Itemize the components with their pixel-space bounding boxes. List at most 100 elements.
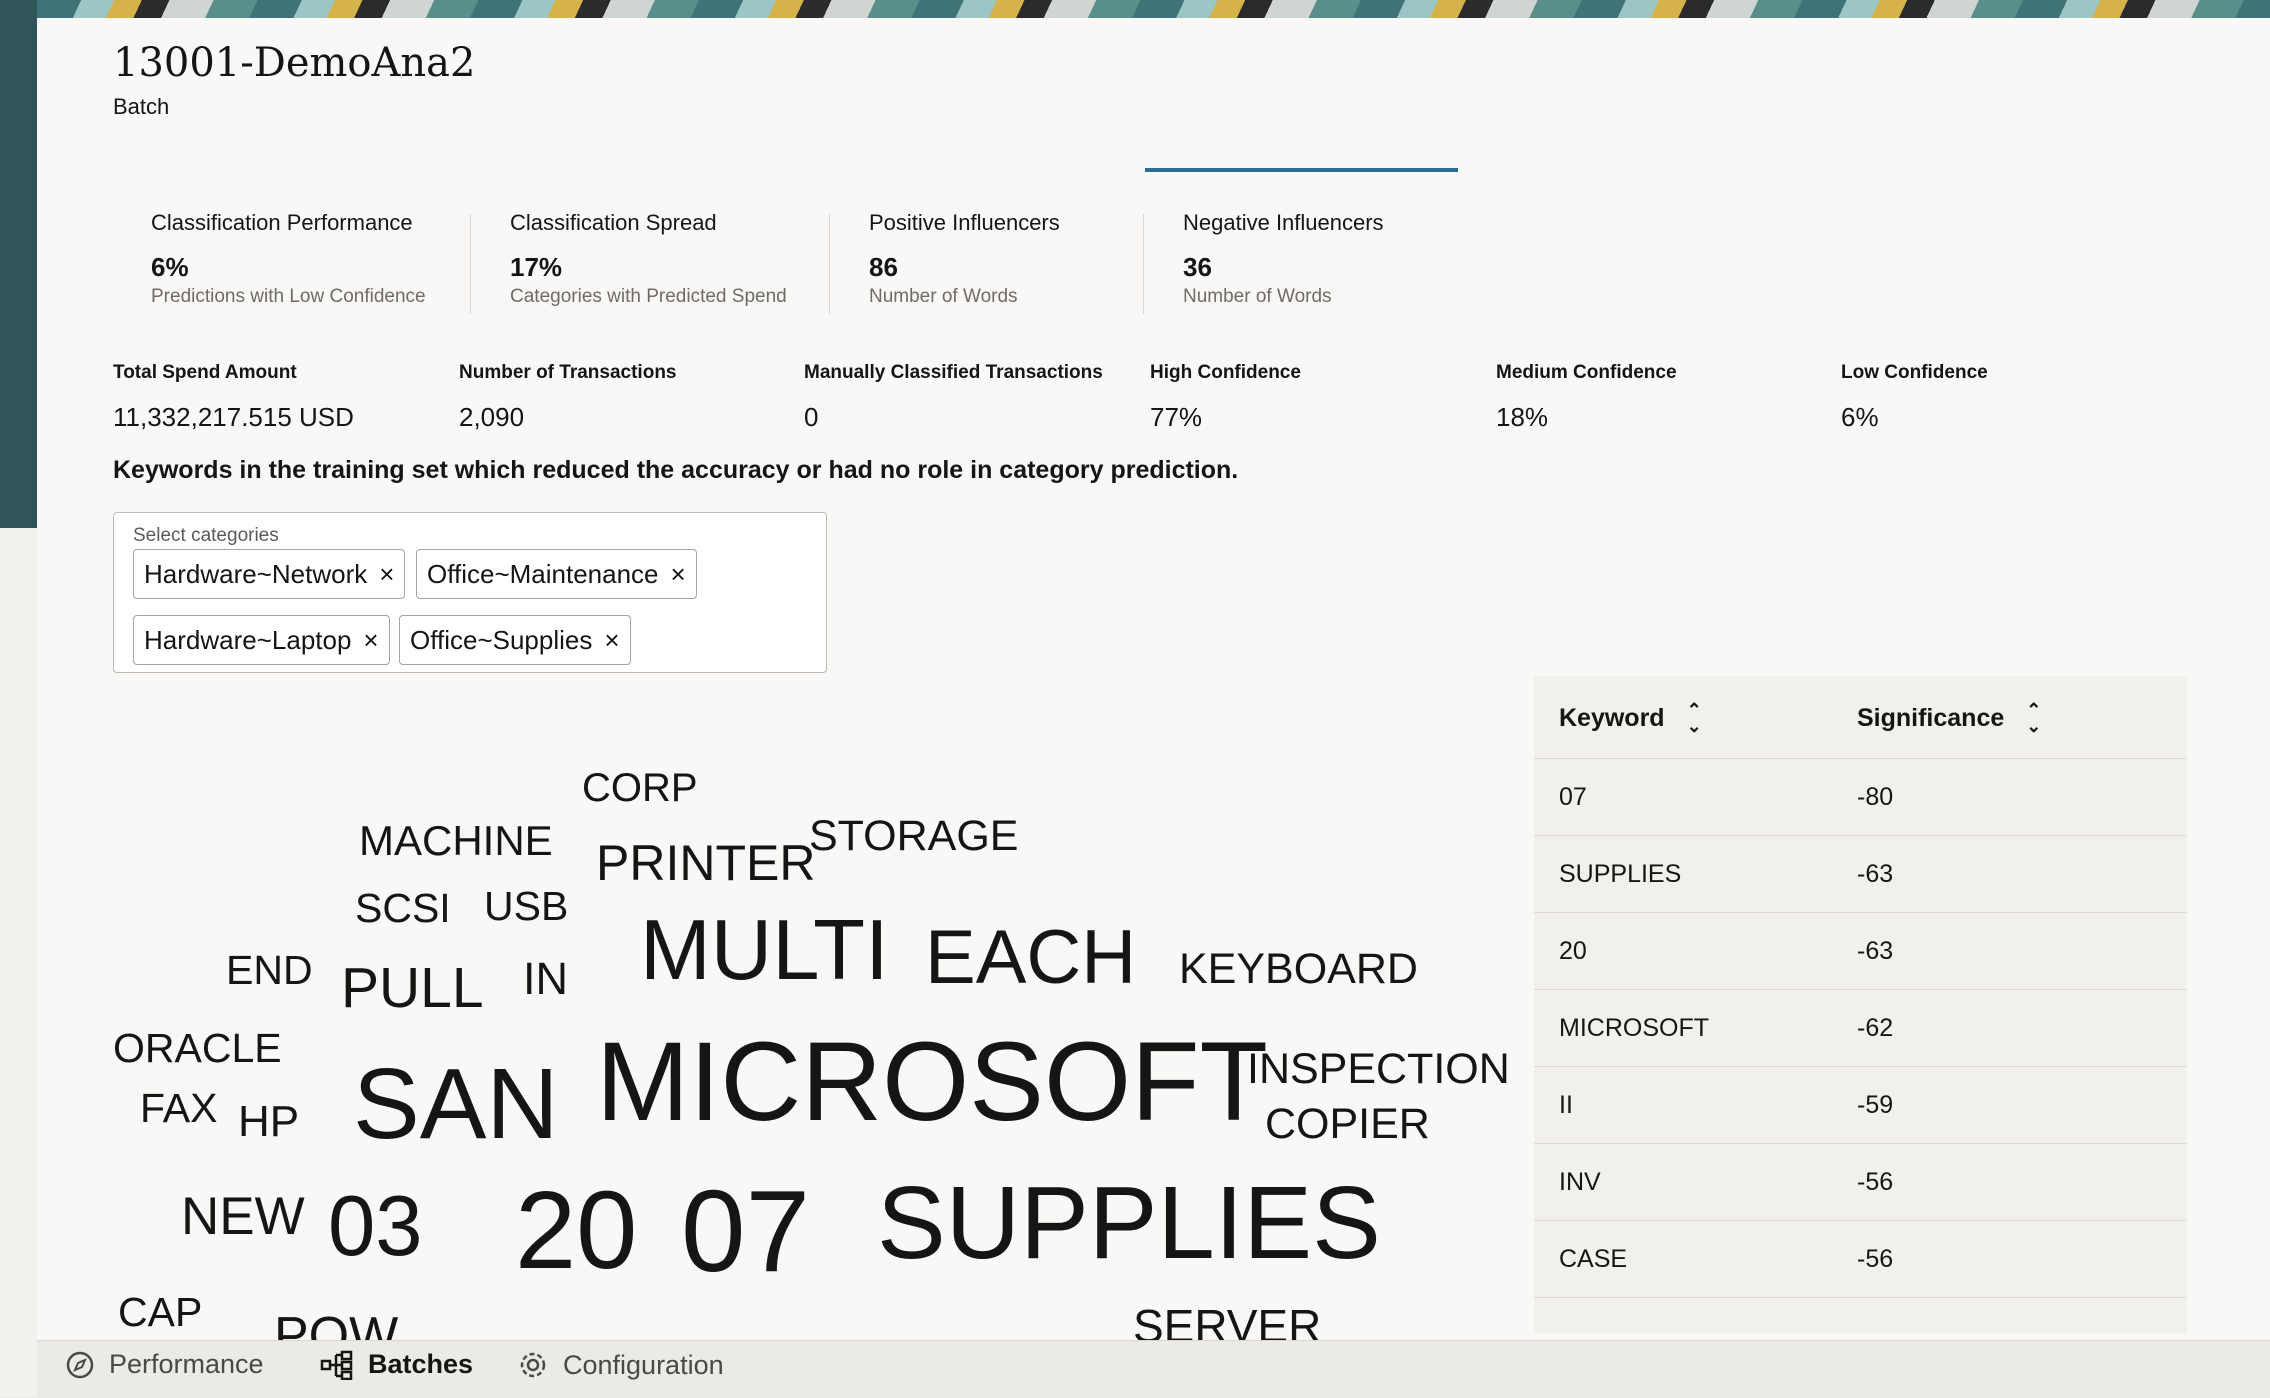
stat-label: Low Confidence bbox=[1841, 362, 1988, 383]
tab-value: 86 bbox=[869, 252, 898, 282]
keyword-cell: MICROSOFT bbox=[1559, 1014, 1709, 1042]
keyword-cell: 20 bbox=[1559, 937, 1587, 965]
word-cloud-word: PULL bbox=[341, 956, 484, 1020]
tab-label: Classification Performance bbox=[151, 210, 413, 235]
main-panel: 13001-DemoAna2 Batch Classification Perf… bbox=[37, 18, 2270, 1340]
section-heading: Keywords in the training set which reduc… bbox=[113, 456, 1239, 484]
stat-label: Number of Transactions bbox=[459, 362, 677, 383]
tab-divider bbox=[470, 214, 471, 314]
page-subtitle: Batch bbox=[113, 94, 170, 119]
significance-cell: -56 bbox=[1857, 1245, 1894, 1273]
word-cloud-word: MICROSOFT bbox=[596, 1019, 1268, 1144]
page-title: 13001-DemoAna2 bbox=[113, 40, 476, 86]
category-chip: Office~Maintenance × bbox=[416, 549, 697, 599]
chip-label: Hardware~Laptop bbox=[144, 624, 352, 655]
word-cloud-word: ORACLE bbox=[113, 1025, 282, 1071]
keyword-cell: II bbox=[1559, 1091, 1573, 1119]
sort-icon[interactable]: ⌃ ⌄ bbox=[1687, 701, 1702, 735]
tab-description: Number of Words bbox=[869, 286, 1018, 307]
word-cloud-word: SUPPLIES bbox=[877, 1165, 1381, 1280]
tab-description: Categories with Predicted Spend bbox=[510, 286, 787, 307]
nav-performance[interactable]: Performance bbox=[65, 1349, 264, 1380]
keyword-table: Keyword ⌃ ⌄ Significance ⌃ ⌄ 07 -80 SUPPLI… bbox=[1534, 676, 2187, 1334]
stat-label: High Confidence bbox=[1150, 362, 1301, 383]
word-cloud-word: COPIER bbox=[1265, 1100, 1430, 1148]
tab-description: Predictions with Low Confidence bbox=[151, 286, 426, 307]
remove-chip-icon[interactable]: × bbox=[604, 625, 619, 656]
word-cloud-word: CAP bbox=[118, 1289, 203, 1335]
significance-cell: -56 bbox=[1857, 1168, 1894, 1196]
word-cloud-word: STORAGE bbox=[809, 812, 1019, 860]
tab-divider bbox=[829, 214, 830, 314]
word-cloud-word: PRINTER bbox=[596, 835, 816, 891]
table-row[interactable]: INV -56 bbox=[1534, 1144, 2187, 1221]
stat-value: 11,332,217.515 USD bbox=[113, 402, 354, 432]
word-cloud-word: 07 bbox=[681, 1166, 811, 1296]
word-cloud-word: SERVER bbox=[1133, 1300, 1322, 1340]
stat-medium-confidence: Medium Confidence 18% bbox=[1496, 362, 1677, 433]
column-header-label: Keyword bbox=[1559, 703, 1665, 732]
table-row[interactable]: MICROSOFT -62 bbox=[1534, 990, 2187, 1067]
tab-positive-influencers[interactable]: Positive Influencers 86 Number of Words bbox=[831, 168, 1143, 318]
word-cloud-word: POW bbox=[274, 1307, 399, 1340]
significance-cell: -59 bbox=[1857, 1091, 1894, 1119]
tab-label: Positive Influencers bbox=[869, 210, 1060, 235]
tab-classification-performance[interactable]: Classification Performance 6% Prediction… bbox=[113, 168, 470, 318]
keyword-cell: INV bbox=[1559, 1168, 1601, 1196]
remove-chip-icon[interactable]: × bbox=[671, 559, 686, 590]
stat-value: 0 bbox=[804, 402, 819, 432]
word-cloud-word: 20 bbox=[515, 1169, 638, 1292]
table-row[interactable]: SUPPLIES -63 bbox=[1534, 836, 2187, 913]
category-select-label: Select categories bbox=[133, 525, 279, 546]
word-cloud-word: HP bbox=[238, 1097, 300, 1146]
background-strip bbox=[0, 0, 37, 528]
stat-label: Medium Confidence bbox=[1496, 362, 1677, 383]
stat-total-spend: Total Spend Amount 11,332,217.515 USD bbox=[113, 362, 354, 433]
word-cloud-word: END bbox=[226, 947, 313, 993]
background-strip-lower bbox=[0, 528, 37, 1397]
tab-value: 17% bbox=[510, 252, 563, 282]
stat-transactions: Number of Transactions 2,090 bbox=[459, 362, 677, 433]
word-cloud-word: KEYBOARD bbox=[1179, 945, 1418, 993]
column-header-significance[interactable]: Significance ⌃ ⌄ bbox=[1857, 701, 2041, 735]
tab-divider bbox=[1143, 214, 1144, 314]
column-header-keyword[interactable]: Keyword ⌃ ⌄ bbox=[1559, 701, 1702, 735]
stat-value: 18% bbox=[1496, 402, 1549, 432]
word-cloud-word: MACHINE bbox=[359, 817, 553, 864]
chip-label: Office~Maintenance bbox=[427, 558, 659, 589]
remove-chip-icon[interactable]: × bbox=[379, 559, 394, 590]
word-cloud-word: SAN bbox=[353, 1048, 559, 1160]
nav-label: Configuration bbox=[563, 1349, 724, 1380]
remove-chip-icon[interactable]: × bbox=[363, 625, 378, 656]
table-header: Keyword ⌃ ⌄ Significance ⌃ ⌄ bbox=[1534, 676, 2187, 759]
word-cloud-word: SCSI bbox=[355, 885, 451, 931]
table-row[interactable]: CASE -56 bbox=[1534, 1221, 2187, 1298]
table-row[interactable]: II -59 bbox=[1534, 1067, 2187, 1144]
significance-cell: -62 bbox=[1857, 1014, 1894, 1042]
table-row[interactable]: 07 -80 bbox=[1534, 759, 2187, 836]
stat-value: 6% bbox=[1841, 402, 1879, 432]
word-cloud-word: 03 bbox=[328, 1179, 423, 1274]
word-cloud-word: MULTI bbox=[640, 903, 889, 998]
category-chip: Hardware~Network × bbox=[133, 549, 406, 599]
chip-label: Office~Supplies bbox=[410, 624, 593, 655]
word-cloud: CORP MACHINE PRINTER STORAGE SCSI USB MU… bbox=[113, 738, 1513, 1340]
stat-manually-classified: Manually Classified Transactions 0 bbox=[804, 362, 1103, 433]
hierarchy-icon bbox=[320, 1350, 353, 1380]
word-cloud-word: NEW bbox=[181, 1187, 305, 1246]
nav-batches[interactable]: Batches bbox=[320, 1349, 473, 1380]
tab-negative-influencers[interactable]: Negative Influencers 36 Number of Words bbox=[1145, 168, 1458, 318]
nav-configuration[interactable]: Configuration bbox=[517, 1349, 724, 1381]
nav-label: Batches bbox=[368, 1349, 474, 1379]
word-cloud-word: CORP bbox=[582, 766, 698, 810]
category-select[interactable]: Select categories Hardware~Network × Off… bbox=[113, 512, 827, 673]
word-cloud-word: USB bbox=[484, 883, 569, 929]
significance-cell: -63 bbox=[1857, 860, 1894, 888]
sort-icon[interactable]: ⌃ ⌄ bbox=[2026, 701, 2041, 735]
word-cloud-word: FAX bbox=[140, 1085, 218, 1131]
tab-classification-spread[interactable]: Classification Spread 17% Categories wit… bbox=[472, 168, 829, 318]
table-row[interactable]: 20 -63 bbox=[1534, 913, 2187, 990]
tab-label: Negative Influencers bbox=[1183, 210, 1384, 235]
significance-cell: -80 bbox=[1857, 783, 1894, 811]
decorative-banner bbox=[37, 0, 2270, 18]
